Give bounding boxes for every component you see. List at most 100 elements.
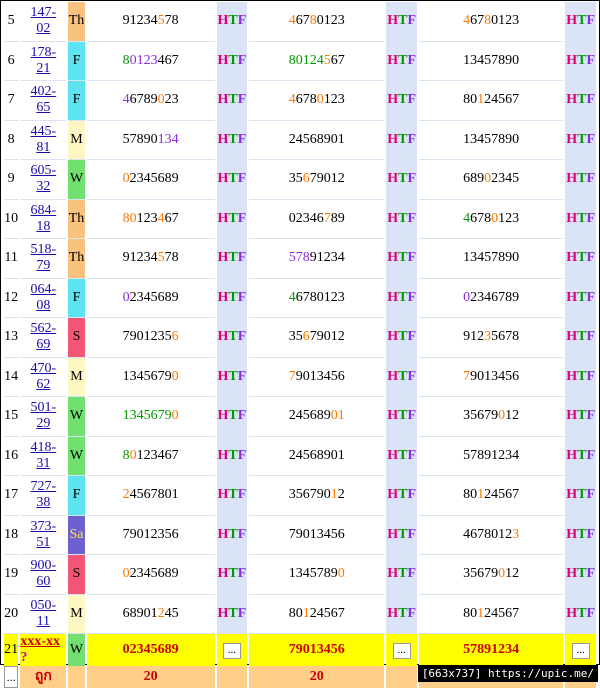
day-badge: F bbox=[68, 278, 85, 318]
htf-label: HTF bbox=[565, 199, 596, 239]
day-badge: Th bbox=[68, 199, 85, 239]
row-number: 9 bbox=[4, 160, 19, 200]
row-number: 11 bbox=[4, 239, 19, 279]
htf-label: HTF bbox=[216, 278, 248, 318]
htf-label: HTF bbox=[216, 239, 248, 279]
row-code-cell[interactable]: 470- 62 bbox=[20, 358, 67, 397]
value-2: 24568901 bbox=[249, 437, 385, 476]
row-code-cell[interactable]: 684- 18 bbox=[20, 200, 67, 239]
day-badge: Th bbox=[68, 2, 85, 42]
row-code-link[interactable]: 147- 02 bbox=[30, 5, 56, 36]
row-code-link[interactable]: 562- 69 bbox=[30, 321, 56, 352]
row-code-cell[interactable]: 050- 11 bbox=[20, 595, 67, 634]
row-code-link[interactable]: 518- 79 bbox=[30, 242, 56, 273]
table-row: 9 605- 32 W 02345689 HTF 35679012 HTF 68902345 HT… bbox=[4, 160, 596, 200]
row-code-link[interactable]: 501- 29 bbox=[30, 400, 56, 431]
row-code-link[interactable]: 727- 38 bbox=[30, 479, 56, 510]
table-row: 17 727- 38 F 24567801 HTF 35679012 HTF 80124567 H… bbox=[4, 476, 596, 516]
row-code-cell[interactable]: 418- 31 bbox=[20, 437, 67, 476]
row-code-cell[interactable]: 900- 60 bbox=[20, 555, 67, 595]
htf-label: HTF bbox=[386, 41, 417, 81]
row-number: 8 bbox=[4, 121, 19, 160]
value-2: 79013456 bbox=[249, 516, 385, 555]
value-1: 46789023 bbox=[86, 81, 215, 121]
row-code-cell[interactable]: 501- 29 bbox=[20, 397, 67, 437]
value-3: 57891234 bbox=[419, 437, 564, 476]
htf-label: HTF bbox=[565, 594, 596, 634]
htf-label: HTF bbox=[386, 397, 417, 437]
row-number: 12 bbox=[4, 279, 19, 318]
input-box-3[interactable]: ... bbox=[571, 642, 590, 659]
value-2: 35679012 bbox=[249, 318, 385, 358]
row-code-link[interactable]: 418- 31 bbox=[30, 440, 56, 471]
value-1: 24567801 bbox=[86, 476, 215, 516]
value-1: 13456790 bbox=[86, 358, 215, 397]
htf-label: HTF bbox=[565, 2, 596, 42]
htf-label: HTF bbox=[216, 515, 248, 555]
row-code-link[interactable]: 402- 65 bbox=[30, 84, 56, 115]
row-code-cell[interactable]: 373- 51 bbox=[20, 516, 67, 555]
table-row: 11 518- 79 Th 91234578 HTF 57891234 HTF 13457890… bbox=[4, 239, 596, 279]
day-badge: M bbox=[68, 594, 85, 634]
row-code-cell[interactable]: 518- 79 bbox=[20, 239, 67, 279]
htf-label: HTF bbox=[565, 318, 596, 358]
htf-label: HTF bbox=[216, 555, 248, 595]
row-code-link[interactable]: 684- 18 bbox=[30, 203, 56, 234]
table-row: 16 418- 31 W 80123467 HTF 24568901 HTF 57891234 H… bbox=[4, 436, 596, 476]
row-code-link[interactable]: 373- 51 bbox=[30, 519, 56, 550]
row-code-cell[interactable]: 445- 81 bbox=[20, 121, 67, 160]
row-code-link[interactable]: 445- 81 bbox=[30, 124, 56, 155]
row-number: 13 bbox=[4, 318, 19, 358]
input-box-2[interactable]: ... bbox=[392, 642, 411, 659]
value-3: 46780123 bbox=[419, 516, 564, 555]
row-code-cell[interactable]: 147- 02 bbox=[20, 2, 67, 42]
row-code-cell[interactable]: xxx-xx ? bbox=[20, 634, 67, 666]
value-2: 46780123 bbox=[249, 279, 385, 318]
htf-label: HTF bbox=[216, 476, 248, 516]
row-code-link[interactable]: xxx-xx bbox=[20, 634, 60, 649]
value-3: 79013456 bbox=[419, 358, 564, 397]
row-code-link[interactable]: 064- 08 bbox=[30, 282, 56, 313]
value-1: 91234578 bbox=[86, 2, 215, 42]
row-code-link[interactable]: 605- 32 bbox=[30, 163, 56, 194]
value-1: 80123467 bbox=[86, 42, 215, 81]
value-2: 02346789 bbox=[249, 200, 385, 239]
htf-label: HTF bbox=[565, 239, 596, 279]
table-row: 6 178- 21 F 80123467 HTF 80124567 HTF 13457890 HT… bbox=[4, 41, 596, 81]
row-code-cell[interactable]: 562- 69 bbox=[20, 318, 67, 358]
htf-label: HTF bbox=[386, 160, 417, 200]
table-row: 12 064- 08 F 02345689 HTF 46780123 HTF 02346789 H… bbox=[4, 278, 596, 318]
day-badge: F bbox=[68, 81, 85, 121]
htf-label: HTF bbox=[565, 515, 596, 555]
row-code-cell[interactable]: 605- 32 bbox=[20, 160, 67, 200]
image-host-credit: [663x737] https://upic.me/ bbox=[417, 665, 598, 682]
value-2: 46780123 bbox=[249, 2, 385, 42]
day-badge: W bbox=[68, 160, 85, 200]
htf-label: HTF bbox=[386, 594, 417, 634]
htf-label: HTF bbox=[565, 436, 596, 476]
value-3: 13457890 bbox=[419, 239, 564, 279]
value-2: 24568901 bbox=[249, 121, 385, 160]
row-code-link[interactable]: 900- 60 bbox=[30, 558, 56, 589]
row-number: 21 bbox=[4, 634, 19, 666]
value-3: 80124567 bbox=[419, 476, 564, 516]
row-code-link[interactable]: 050- 11 bbox=[30, 598, 56, 629]
row-number: 17 bbox=[4, 476, 19, 516]
table-row: 14 470- 62 M 13456790 HTF 79013456 HTF 79013456 H… bbox=[4, 357, 596, 397]
row-code-cell[interactable]: 727- 38 bbox=[20, 476, 67, 516]
row-code-cell[interactable]: 064- 08 bbox=[20, 279, 67, 318]
htf-label: HTF bbox=[216, 120, 248, 160]
value-1: 02345689 bbox=[86, 634, 215, 666]
row-code-cell[interactable]: 402- 65 bbox=[20, 81, 67, 121]
row-code-cell[interactable]: 178- 21 bbox=[20, 42, 67, 81]
htf-label: HTF bbox=[565, 81, 596, 121]
input-box-1[interactable]: ... bbox=[222, 642, 241, 659]
htf-label: HTF bbox=[386, 199, 417, 239]
row-code-link[interactable]: 178- 21 bbox=[30, 45, 56, 76]
row-code-link[interactable]: 470- 62 bbox=[30, 361, 56, 392]
htf-label: HTF bbox=[386, 2, 417, 42]
value-2: 46780123 bbox=[249, 81, 385, 121]
htf-label: HTF bbox=[386, 239, 417, 279]
htf-label: HTF bbox=[565, 476, 596, 516]
htf-label: HTF bbox=[216, 594, 248, 634]
